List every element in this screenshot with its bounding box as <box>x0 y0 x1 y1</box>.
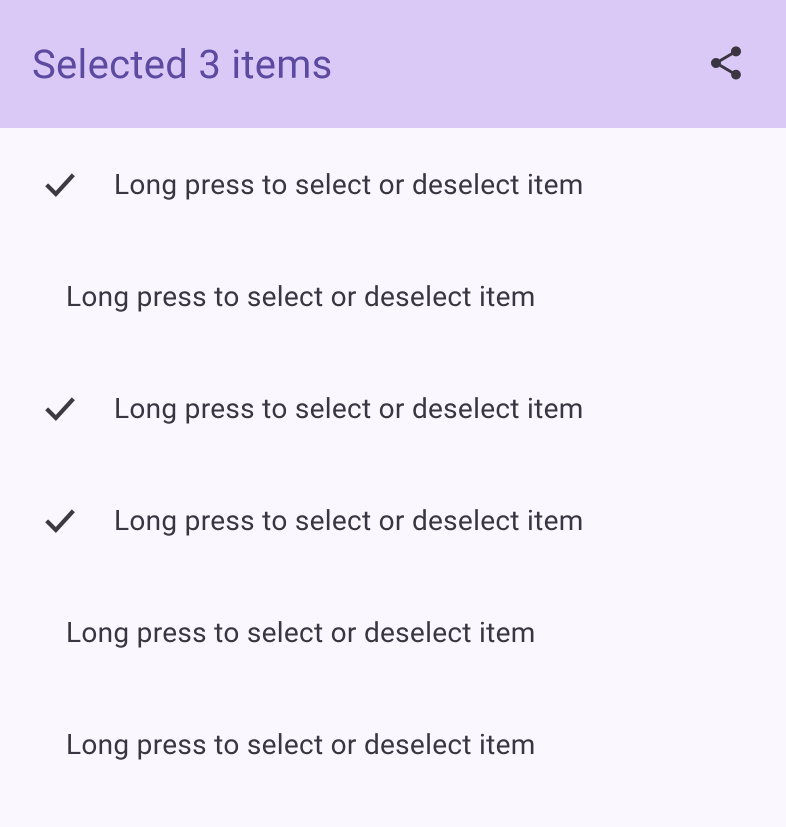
selection-title: Selected 3 items <box>32 41 333 88</box>
check-icon <box>40 388 80 428</box>
list-item[interactable]: Long press to select or deselect item <box>0 464 786 576</box>
list-item-label: Long press to select or deselect item <box>114 168 584 201</box>
list-item-label: Long press to select or deselect item <box>114 392 584 425</box>
list-item-label: Long press to select or deselect item <box>114 504 584 537</box>
item-list: Long press to select or deselect item Lo… <box>0 128 786 800</box>
list-item-label: Long press to select or deselect item <box>66 728 536 761</box>
list-item-label: Long press to select or deselect item <box>66 280 536 313</box>
selection-header: Selected 3 items <box>0 0 786 128</box>
share-icon <box>706 43 746 86</box>
list-item[interactable]: Long press to select or deselect item <box>0 576 786 688</box>
list-item[interactable]: Long press to select or deselect item <box>0 688 786 800</box>
check-icon <box>40 164 80 204</box>
share-button[interactable] <box>698 35 754 94</box>
list-item-label: Long press to select or deselect item <box>66 616 536 649</box>
list-item[interactable]: Long press to select or deselect item <box>0 352 786 464</box>
list-item[interactable]: Long press to select or deselect item <box>0 240 786 352</box>
list-item[interactable]: Long press to select or deselect item <box>0 128 786 240</box>
check-icon <box>40 500 80 540</box>
